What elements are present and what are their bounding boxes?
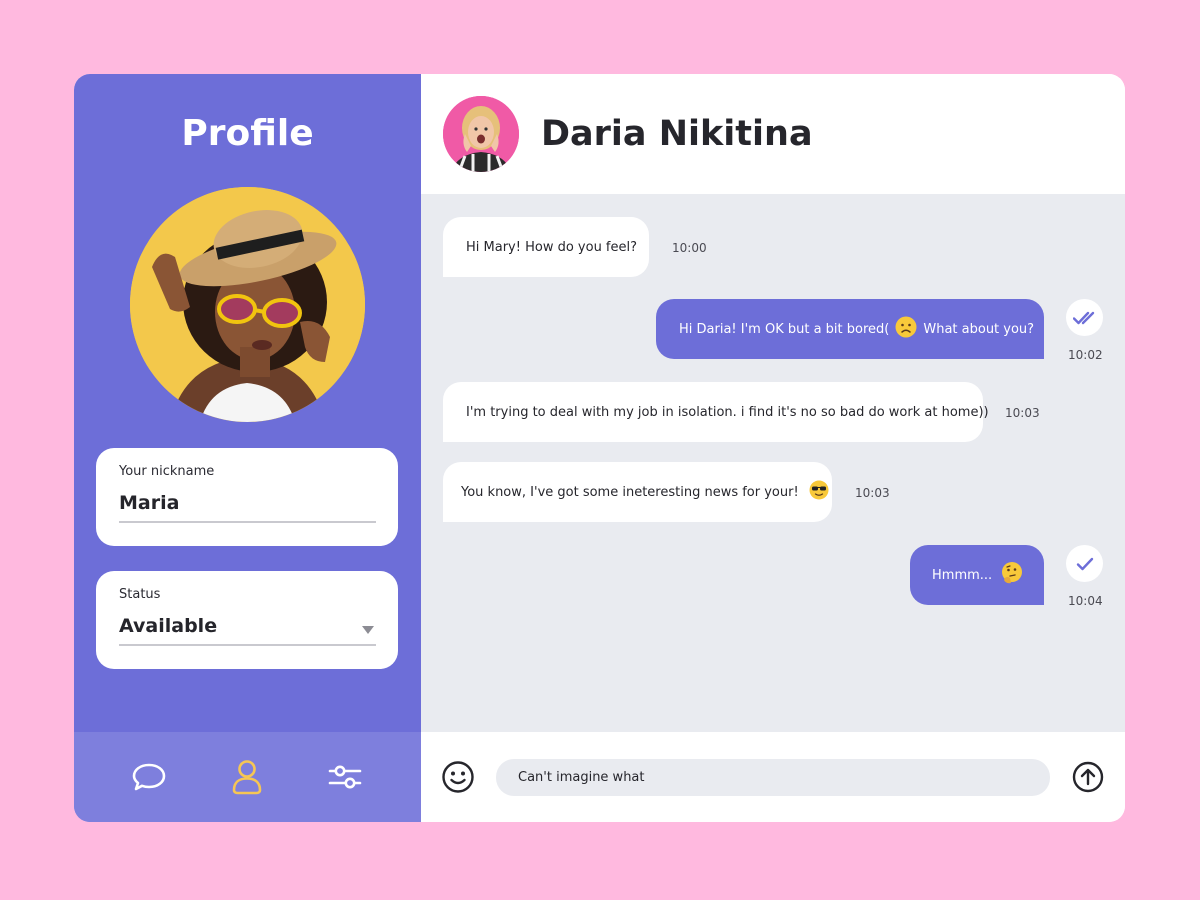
sliders-icon [328,765,362,789]
double-check-icon [1072,311,1094,324]
sent-status-badge [1066,545,1103,582]
contact-name: Daria Nikitina [541,114,813,154]
profile-photo[interactable] [130,187,365,422]
nav-chats-button[interactable] [130,758,168,796]
message-text: Hi Mary! How do you feel? [466,239,638,255]
message-text: What about you? [923,321,1035,337]
nickname-label: Your nickname [119,464,215,479]
thinking-face-emoji-icon [1000,561,1024,589]
message-composer [421,732,1125,822]
smiley-icon [442,761,474,793]
message-time: 10:03 [1005,406,1040,420]
nickname-card: Your nickname Maria [96,448,398,546]
message-time: 10:04 [1068,594,1103,608]
nav-settings-button[interactable] [326,758,364,796]
message-time: 10:03 [855,486,890,500]
chat-header: Daria Nikitina [421,74,1125,194]
nickname-underline [119,521,376,523]
sunglasses-emoji-icon [809,480,829,504]
chat-bubble-icon [132,763,166,791]
bottom-nav [74,732,421,822]
message-input[interactable] [496,759,1050,796]
arrow-up-circle-icon [1072,761,1104,793]
contact-avatar[interactable] [443,96,519,172]
message-text: I'm trying to deal with my job in isolat… [466,404,989,420]
status-select[interactable]: Available [119,615,217,637]
message-text: Hi Daria! I'm OK but a bit bored( [679,321,890,337]
chat-panel: Daria Nikitina Hi Mary! How do you feel?… [421,74,1125,822]
message-text: You know, I've got some ineteresting new… [461,484,799,500]
message-bubble-outgoing[interactable]: Hi Daria! I'm OK but a bit bored( What a… [656,299,1044,359]
profile-panel: Profile Your nickname Maria Status Avail… [74,74,421,822]
nav-profile-button[interactable] [228,758,266,796]
message-bubble-incoming[interactable]: Hi Mary! How do you feel? [443,217,649,277]
emoji-picker-button[interactable] [441,760,475,794]
profile-title: Profile [181,113,314,154]
chat-app-window: Profile Your nickname Maria Status Avail… [74,74,1125,822]
send-button[interactable] [1072,761,1104,793]
check-icon [1076,557,1093,570]
status-card: Status Available [96,571,398,669]
status-underline [119,644,376,646]
nickname-field[interactable]: Maria [119,492,179,514]
dropdown-arrow-icon[interactable] [362,626,374,634]
message-time: 10:00 [672,241,707,255]
message-bubble-outgoing[interactable]: Hmmm... [910,545,1044,605]
user-icon [232,760,262,795]
status-label: Status [119,587,161,602]
message-bubble-incoming[interactable]: You know, I've got some ineteresting new… [443,462,832,522]
message-time: 10:02 [1068,348,1103,362]
message-bubble-incoming[interactable]: I'm trying to deal with my job in isolat… [443,382,989,442]
read-status-badge [1066,299,1103,336]
frowning-face-emoji-icon [895,316,917,342]
message-text: Hmmm... [932,567,993,583]
message-list: Hi Mary! How do you feel? 10:00 Hi Daria… [421,194,1125,732]
